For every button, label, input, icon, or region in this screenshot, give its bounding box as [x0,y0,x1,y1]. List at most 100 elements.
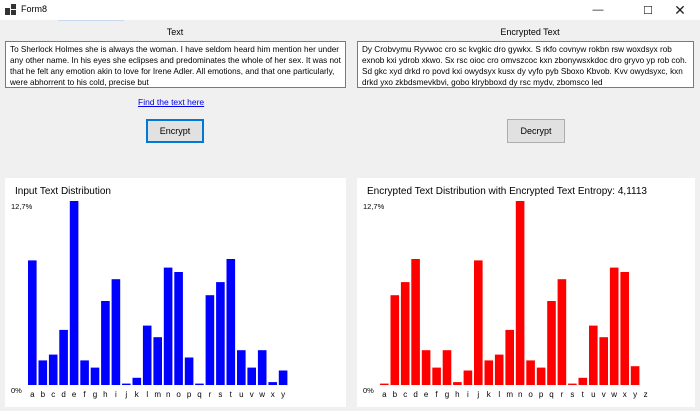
menu-strip-remnant [58,20,124,21]
x-tick-label: q [549,390,553,399]
x-tick-label: x [271,390,275,399]
encrypted-text-label: Encrypted Text [500,27,560,37]
x-tick-label: h [455,390,459,399]
find-text-link[interactable]: Find the text here [138,97,204,107]
encrypt-button[interactable]: Encrypt [146,119,204,143]
x-tick-label: o [528,390,533,399]
x-tick-label: n [166,390,170,399]
bar-t [226,259,236,385]
decrypt-button[interactable]: Decrypt [507,119,565,143]
bar-y [630,366,640,385]
app-icon [5,4,16,15]
bar-l [142,325,152,385]
x-tick-label: d [413,390,417,399]
bar-u [237,350,246,385]
bar-q [547,301,556,385]
bar-j [474,260,483,385]
close-button[interactable]: ✕ [660,0,700,20]
bar-v [599,337,608,385]
x-tick-label: c [403,390,407,399]
x-tick-label: t [582,390,585,399]
text-label: Text [166,27,184,37]
x-tick-label: c [51,390,55,399]
x-tick-label: k [135,390,140,399]
bar-r [557,279,567,385]
input-text-box[interactable]: To Sherlock Holmes she is always the wom… [5,41,346,88]
bar-x [268,382,277,385]
encrypted-text-box[interactable]: Dy Crobvymu Ryvwoc cro sc kvgkic dro gyw… [357,41,694,88]
bar-a [380,383,389,385]
title-bar: Form8 — ☐ ✕ [0,0,700,20]
bar-n [515,201,525,385]
x-tick-label: i [467,390,469,399]
x-tick-label: r [209,390,212,399]
bar-l [494,354,504,385]
x-tick-label: n [518,390,522,399]
x-tick-label: f [83,390,86,399]
x-tick-label: w [258,390,265,399]
bar-c [48,354,58,385]
x-tick-label: m [154,390,161,399]
bar-e [69,201,79,385]
x-tick-label: q [197,390,201,399]
bar-f [80,360,89,385]
x-tick-label: p [187,390,192,399]
encrypted-distribution-chart: Encrypted Text Distribution with Encrypt… [357,178,695,407]
bar-y [278,370,288,385]
bar-o [526,360,535,385]
bar-i [463,370,473,385]
bar-w [609,267,619,385]
x-tick-label: j [476,390,479,399]
x-tick-label: v [602,390,606,399]
x-tick-label: g [445,390,449,399]
bar-s [216,282,225,385]
bar-k [484,360,494,385]
bar-chart-svg: abcdefghijklmnopqrstuvwxy [28,201,288,399]
x-tick-label: u [591,390,595,399]
bar-c [400,282,410,385]
bar-k [132,377,142,385]
bar-g [90,367,100,385]
x-tick-label: f [435,390,438,399]
bar-t [578,377,588,385]
bar-e [421,350,431,385]
minimize-button[interactable]: — [578,0,618,20]
bar-h [101,301,110,385]
bar-p [536,367,546,385]
x-tick-label: w [610,390,617,399]
bar-p [184,357,194,385]
x-tick-label: v [250,390,254,399]
x-tick-label: j [124,390,127,399]
bar-m [505,329,514,385]
bar-d [411,259,420,385]
bar-m [153,337,162,385]
bar-v [247,367,256,385]
x-tick-label: a [382,390,387,399]
x-tick-label: x [623,390,627,399]
bar-f [432,367,441,385]
bar-g [442,350,452,385]
x-tick-label: y [281,390,285,399]
x-tick-label: y [633,390,637,399]
x-tick-label: r [561,390,564,399]
bar-i [111,279,121,385]
input-distribution-chart: Input Text Distribution 12,7% 0% abcdefg… [5,178,346,407]
x-tick-label: a [30,390,35,399]
x-tick-label: l [498,390,500,399]
x-tick-label: m [506,390,513,399]
window-title: Form8 [21,4,48,14]
bar-q [195,383,204,385]
x-tick-label: h [103,390,107,399]
x-tick-label: g [93,390,97,399]
bar-w [257,350,267,385]
x-tick-label: b [393,390,398,399]
bar-a [28,260,37,385]
bar-b [38,360,48,385]
x-tick-label: s [570,390,574,399]
x-tick-label: s [218,390,222,399]
x-tick-label: u [239,390,243,399]
bar-j [122,383,131,385]
bar-o [174,272,183,385]
bar-b [390,295,400,385]
bar-s [568,383,577,385]
